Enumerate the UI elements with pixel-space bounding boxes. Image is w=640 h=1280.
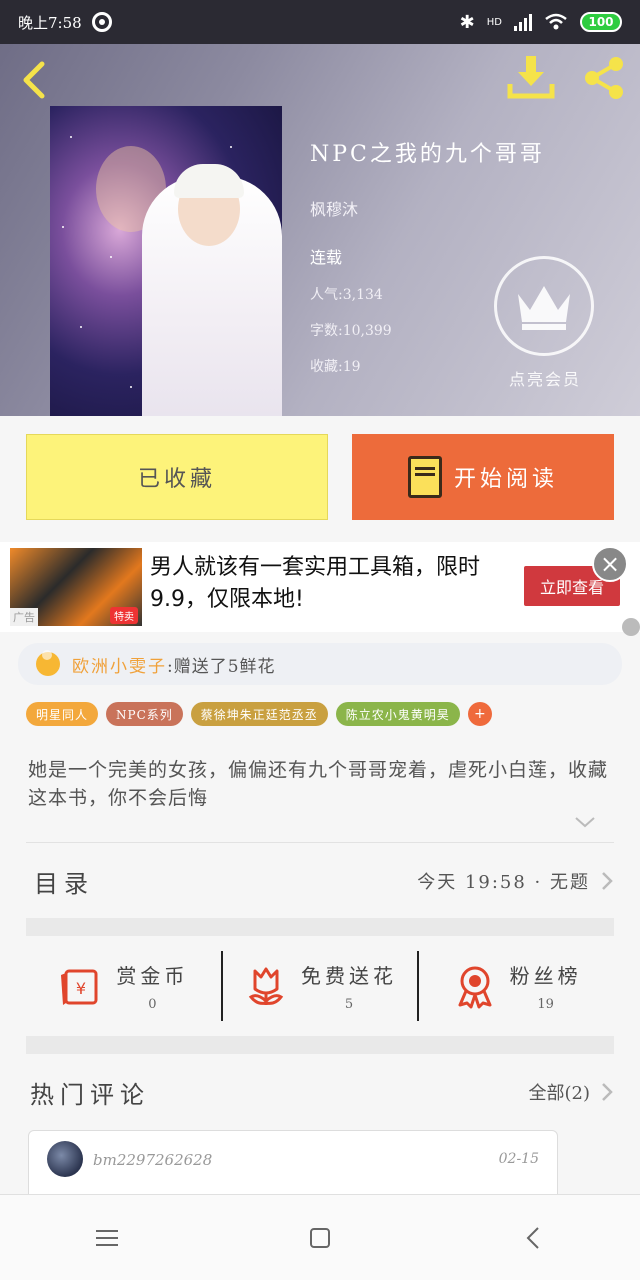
vip-button[interactable] xyxy=(494,256,594,356)
chevron-right-icon xyxy=(602,872,613,890)
section-separator xyxy=(26,1036,614,1054)
system-nav-bar xyxy=(0,1194,640,1280)
gift-user[interactable]: 欧洲小雯子 xyxy=(72,652,167,677)
gift-icon xyxy=(36,650,60,676)
collected-button[interactable]: 已收藏 xyxy=(26,434,328,520)
menu-icon xyxy=(95,1229,118,1246)
expand-chevron-icon[interactable] xyxy=(574,814,596,830)
signal-icon xyxy=(514,13,532,31)
comments-title: 热门评论 xyxy=(30,1080,150,1109)
fan-ranking-label: 粉丝榜 xyxy=(509,964,582,988)
tag-list: 明星同人 NPC系列 蔡徐坤朱正廷范丞丞 陈立农小鬼黄明昊 + xyxy=(26,702,626,726)
book-detail-page: 晚上7:58 ✱ HD 100 NPC之我的九个哥哥 枫穆沐 连载 人气:3,1… xyxy=(0,0,640,1280)
download-icon[interactable] xyxy=(506,54,556,102)
menu-button[interactable] xyxy=(87,1218,127,1258)
svg-text:¥: ¥ xyxy=(76,979,86,998)
tag-pill[interactable]: NPC系列 xyxy=(106,702,183,726)
book-title: NPC之我的九个哥哥 xyxy=(310,142,545,167)
tag-pill[interactable]: 蔡徐坤朱正廷范丞丞 xyxy=(190,702,328,726)
free-flower-value: 5 xyxy=(344,997,354,1012)
latest-chapter: 今天 19:58 · 无题 xyxy=(417,872,590,893)
start-reading-label: 开始阅读 xyxy=(453,467,558,492)
reward-coin-label: 赏金币 xyxy=(116,964,189,988)
reward-coin-icon: ¥ xyxy=(61,969,98,1005)
ad-close-icon[interactable]: × xyxy=(592,546,628,582)
catalog-title: 目录 xyxy=(34,869,94,898)
reward-coin-value: 0 xyxy=(148,997,157,1012)
start-reading-button[interactable]: 开始阅读 xyxy=(352,434,614,520)
ad-badge: 特卖 xyxy=(110,607,138,624)
book-info: NPC之我的九个哥哥 枫穆沐 连载 人气:3,134 字数:10,399 收藏:… xyxy=(310,136,545,392)
battery-icon: 100 xyxy=(580,12,622,32)
ad-tag: 广告 xyxy=(10,608,38,626)
home-square-icon xyxy=(309,1227,330,1248)
ad-banner[interactable]: 广告 特卖 男人就该有一套实用工具箱，限时9.9，仅限本地! 立即查看 × xyxy=(0,542,640,636)
avatar[interactable] xyxy=(47,1141,83,1177)
status-time: 晚上7:58 xyxy=(18,13,82,32)
all-comments-link[interactable]: 全部(2) xyxy=(529,1079,591,1105)
stats-row: ¥ 赏金币 0 免费送花 5 粉丝榜 19 xyxy=(26,936,614,1036)
share-icon[interactable] xyxy=(580,54,628,102)
ad-text[interactable]: 男人就该有一套实用工具箱，限时9.9，仅限本地! xyxy=(150,552,500,616)
free-flower-stat[interactable]: 免费送花 5 xyxy=(220,951,418,1021)
gift-message: :赠送了5鲜花 xyxy=(167,656,276,677)
divider xyxy=(26,842,614,843)
catalog-row[interactable]: 目录 今天 19:58 · 无题 xyxy=(26,844,614,918)
ad-info-icon[interactable] xyxy=(622,618,640,636)
wifi-icon xyxy=(545,13,567,30)
award-badge-icon xyxy=(458,966,492,1009)
back-icon xyxy=(526,1226,540,1249)
ad-image[interactable]: 广告 特卖 xyxy=(10,548,142,626)
comment-username[interactable]: bm2297262628 xyxy=(93,1151,212,1169)
book-status: 连载 xyxy=(310,248,343,267)
vip-label: 点亮会员 xyxy=(508,370,581,389)
fan-ranking-value: 19 xyxy=(537,997,554,1012)
fan-ranking-stat[interactable]: 粉丝榜 19 xyxy=(417,951,614,1021)
chevron-right-icon[interactable] xyxy=(600,1081,614,1103)
book-cover-image[interactable] xyxy=(50,106,282,416)
more-tags-button[interactable]: + xyxy=(467,702,492,726)
status-bar: 晚上7:58 ✱ HD 100 xyxy=(0,0,640,44)
system-back-button[interactable] xyxy=(513,1218,553,1258)
book-icon xyxy=(407,456,442,498)
free-flower-label: 免费送花 xyxy=(301,964,397,988)
comments-header: 热门评论 全部(2) xyxy=(26,1062,614,1122)
back-arrow-icon[interactable] xyxy=(18,60,48,100)
crown-icon xyxy=(518,286,570,330)
flower-icon xyxy=(248,967,284,1005)
network-type-label: HD xyxy=(486,16,502,28)
book-author[interactable]: 枫穆沐 xyxy=(310,196,545,220)
tag-pill[interactable]: 陈立农小鬼黄明昊 xyxy=(335,702,460,726)
action-buttons: 已收藏 开始阅读 xyxy=(0,416,640,536)
notification-app-icon xyxy=(91,12,112,32)
status-icons: ✱ HD 100 xyxy=(460,12,622,33)
home-button[interactable] xyxy=(300,1218,340,1258)
book-hero: NPC之我的九个哥哥 枫穆沐 连载 人气:3,134 字数:10,399 收藏:… xyxy=(0,44,640,416)
book-intro: 她是一个完美的女孩，偏偏还有九个哥哥宠着，虐死小白莲，收藏这本书，你不会后悔 xyxy=(28,759,609,809)
section-separator xyxy=(26,918,614,936)
reward-coin-stat[interactable]: ¥ 赏金币 0 xyxy=(26,951,221,1021)
tag-pill[interactable]: 明星同人 xyxy=(26,702,99,726)
gift-notice: 欧洲小雯子 :赠送了5鲜花 xyxy=(18,643,622,685)
bluetooth-icon: ✱ xyxy=(459,11,475,33)
comment-date: 02-15 xyxy=(498,1151,539,1167)
